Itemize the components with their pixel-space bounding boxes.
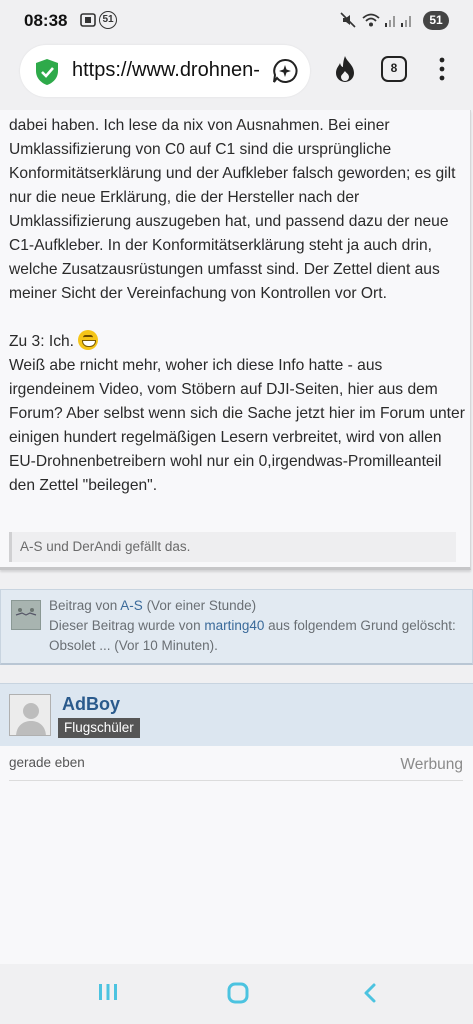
grinning-emoji-icon: [78, 330, 99, 350]
assistant-chat-icon[interactable]: [272, 58, 298, 89]
screenshot-icon: [80, 12, 96, 33]
recent-apps-icon[interactable]: [97, 982, 119, 1007]
signal-icon: [384, 12, 398, 33]
deleted-reason-prefix: Dieser Beitrag wurde von: [49, 618, 205, 633]
post-header: AdBoy Flugschüler: [0, 684, 473, 746]
avatar[interactable]: [9, 694, 51, 736]
likes-bar[interactable]: A-S und DerAndi gefällt das.: [9, 532, 456, 562]
post-time[interactable]: gerade eben: [9, 755, 85, 770]
signal-icon-2: [400, 12, 414, 33]
deleted-post-text: Beitrag von A-S (Vor einer Stunde) Diese…: [49, 596, 469, 656]
rank-badge: Flugschüler: [58, 718, 140, 738]
post-body: dabei haben. Ich lese da nix von Ausnahm…: [9, 114, 467, 498]
deleted-time: (Vor einer Stunde): [142, 598, 257, 613]
home-icon[interactable]: [226, 982, 250, 1009]
more-vert-icon[interactable]: [438, 56, 446, 87]
address-bar[interactable]: https://www.drohnen-: [20, 45, 310, 97]
author-link[interactable]: A-S: [120, 598, 143, 613]
wifi-icon: [362, 12, 380, 33]
forum-post: dabei haben. Ich lese da nix von Ausnahm…: [0, 110, 471, 570]
battery-icon: 51: [423, 11, 449, 30]
moderator-link[interactable]: marting40: [204, 618, 264, 633]
author-name[interactable]: AdBoy: [62, 694, 120, 715]
back-icon[interactable]: [362, 982, 378, 1009]
reply-3: Zu 3: Ich.: [9, 330, 467, 354]
clock: 08:38: [24, 11, 68, 30]
browser-toolbar: https://www.drohnen- 8: [0, 42, 473, 110]
shield-check-icon[interactable]: [34, 58, 60, 91]
forum-post-2: AdBoy Flugschüler gerade eben Werbung: [0, 683, 473, 964]
flame-icon[interactable]: [333, 55, 357, 88]
post-paragraph: dabei haben. Ich lese da nix von Ausnahm…: [9, 117, 456, 302]
reply-3-prefix: Zu 3: Ich.: [9, 333, 75, 350]
reply-3-body: Weiß abe rnicht mehr, woher ich diese In…: [9, 357, 465, 494]
deleted-post-notice: Beitrag von A-S (Vor einer Stunde) Diese…: [0, 589, 473, 665]
url-text[interactable]: https://www.drohnen-: [72, 59, 262, 82]
tabs-icon[interactable]: 8: [381, 56, 407, 82]
divider: [9, 780, 463, 781]
avatar[interactable]: [11, 600, 41, 630]
system-nav-bar: [0, 964, 473, 1024]
deleted-prefix: Beitrag von: [49, 598, 121, 613]
mute-icon: [340, 12, 356, 33]
status-bar: 08:38 51 51: [0, 0, 473, 42]
ad-label: Werbung: [400, 756, 463, 773]
notification-badge-icon: 51: [99, 11, 117, 29]
page-content: dabei haben. Ich lese da nix von Ausnahm…: [0, 110, 473, 964]
